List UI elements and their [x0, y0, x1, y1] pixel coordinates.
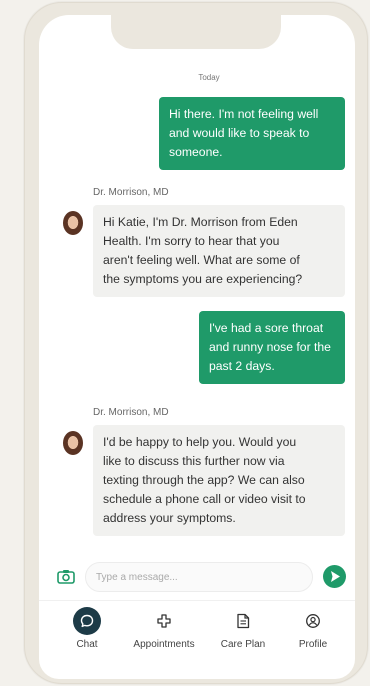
phone-frame: Today Hi there. I'm not feeling well and… [24, 2, 368, 684]
sender-name: Dr. Morrison, MD [93, 407, 169, 418]
sender-name: Dr. Morrison, MD [93, 187, 169, 198]
nav-item-care-plan[interactable]: Care Plan [215, 607, 271, 657]
doctor-avatar [63, 211, 83, 235]
nav-item-chat[interactable]: Chat [69, 607, 105, 657]
nav-label: Chat [76, 639, 98, 650]
medical-cross-icon [157, 614, 171, 628]
send-arrow-icon [331, 571, 340, 582]
message-line: address your symptoms. [103, 511, 236, 525]
message-line: I'd be happy to help you. Would you [103, 435, 297, 449]
nav-item-profile[interactable]: Profile [289, 607, 337, 657]
message-line: I've had a sore throat [209, 321, 324, 335]
document-icon [237, 613, 250, 629]
message-line: and runny nose for the [209, 340, 331, 354]
message-line: the symptoms you are experiencing? [103, 272, 303, 286]
message-line: schedule a phone call or video visit to [103, 492, 306, 506]
message-line: aren't feeling well. What are some of [103, 253, 300, 267]
message-line: and would like to speak to [169, 126, 310, 140]
nav-label: Appointments [133, 639, 195, 650]
nav-item-appointments[interactable]: Appointments [121, 607, 207, 657]
message-composer [39, 560, 355, 596]
nav-label: Care Plan [220, 639, 266, 650]
outgoing-message: I've had a sore throat and runny nose fo… [199, 311, 345, 384]
chat-bubble-icon [80, 614, 94, 628]
doctor-avatar [63, 431, 83, 455]
nav-label: Profile [298, 639, 328, 650]
message-line: like to discuss this further now via [103, 454, 285, 468]
outgoing-message: Hi there. I'm not feeling well and would… [159, 97, 345, 170]
message-line: past 2 days. [209, 359, 275, 373]
message-line: texting through the app? We can also [103, 473, 305, 487]
date-divider: Today [198, 73, 220, 82]
message-line: Hi Katie, I'm Dr. Morrison from Eden [103, 215, 298, 229]
message-line: Hi there. I'm not feeling well [169, 107, 319, 121]
app-screen: Today Hi there. I'm not feeling well and… [39, 15, 355, 679]
camera-icon[interactable] [57, 569, 75, 584]
message-line: Health. I'm sorry to hear that you [103, 234, 280, 248]
send-button[interactable] [323, 565, 346, 588]
message-input[interactable] [85, 562, 313, 592]
incoming-message: I'd be happy to help you. Would you like… [93, 425, 345, 536]
chat-thread[interactable]: Today Hi there. I'm not feeling well and… [39, 15, 355, 555]
profile-icon [306, 614, 320, 628]
incoming-message: Hi Katie, I'm Dr. Morrison from Eden Hea… [93, 205, 345, 297]
message-line: someone. [169, 145, 223, 159]
bottom-navigation: Chat Appointments Care Plan Profile [39, 600, 355, 660]
